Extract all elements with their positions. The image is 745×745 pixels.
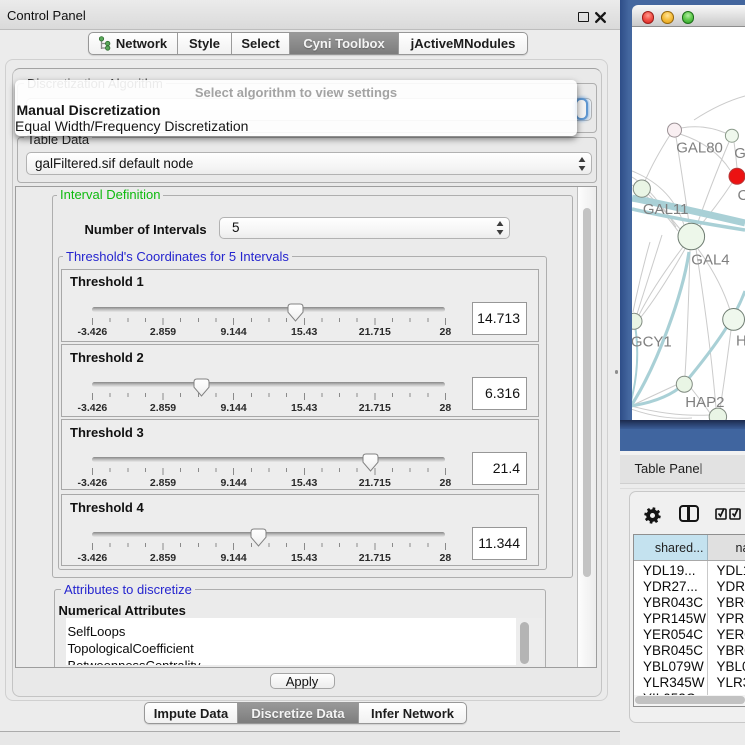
- svg-text:GAL7: GAL7: [734, 145, 745, 162]
- svg-text:GAL11: GAL11: [643, 201, 689, 218]
- svg-text:GAL80: GAL80: [676, 140, 723, 157]
- svg-text:H: H: [736, 333, 745, 350]
- svg-text:C: C: [738, 187, 745, 204]
- svg-text:HAP2: HAP2: [685, 394, 724, 411]
- svg-text:GCY1: GCY1: [632, 334, 672, 351]
- svg-text:GAL4: GAL4: [691, 252, 729, 269]
